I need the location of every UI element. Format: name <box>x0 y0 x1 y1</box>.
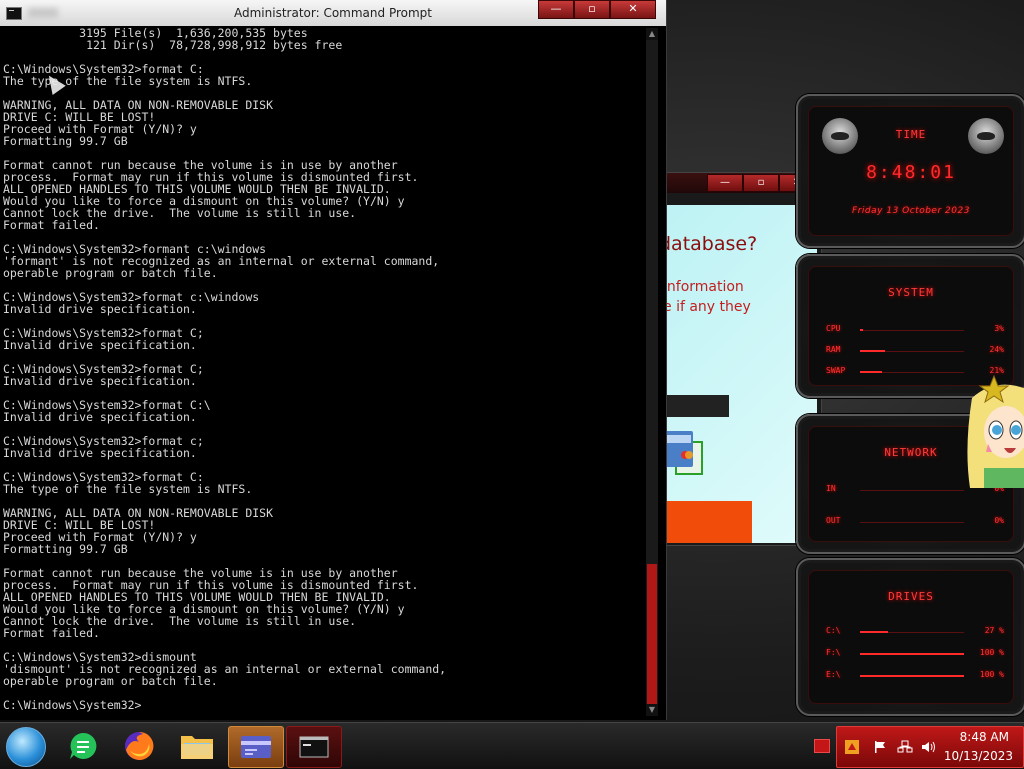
dialog-text-line-1: information <box>663 279 744 295</box>
console-line: Invalid drive specification. <box>3 410 197 424</box>
system-gadget-title: SYSTEM <box>888 286 934 299</box>
drives-stat-bar <box>860 653 964 655</box>
system-stat-bar <box>860 371 964 373</box>
console-line: Invalid drive specification. <box>3 302 197 316</box>
dialog-action-button[interactable] <box>659 501 752 543</box>
console-line: Invalid drive specification. <box>3 446 197 460</box>
time-gadget-title: TIME <box>895 128 927 141</box>
drives-stat-value: 100 % <box>979 648 1004 657</box>
minimize-button[interactable]: — <box>538 0 574 19</box>
scrollbar-thumb[interactable] <box>647 564 657 704</box>
network-stat-bar <box>860 490 964 491</box>
network-icon[interactable] <box>897 740 913 757</box>
drives-stat-row: E:\ 100 % <box>826 670 1004 682</box>
system-stat-row: RAM 24% <box>826 345 1004 357</box>
gadget-date: Friday 13 October 2023 <box>852 206 970 216</box>
drives-stat-bar-fill <box>860 631 889 633</box>
cartoon-character-widget <box>967 374 1024 488</box>
close-button[interactable]: ✕ <box>610 0 656 19</box>
card-app-icon <box>241 736 271 758</box>
drives-stat-value: 100 % <box>979 670 1004 679</box>
taskbar-command-prompt[interactable] <box>286 726 342 768</box>
console-line: The type of the file system is NTFS. <box>3 74 253 88</box>
maximize-button[interactable]: ▫ <box>574 0 610 19</box>
volume-icon[interactable] <box>921 740 937 757</box>
action-center-flag-icon[interactable] <box>873 740 887 757</box>
drives-stat-row: C:\ 27 % <box>826 626 1004 638</box>
system-stat-bar-fill <box>860 329 864 331</box>
console-line: operable program or batch file. <box>3 266 218 280</box>
scroll-down-arrow-icon[interactable]: ▼ <box>646 704 658 716</box>
dialog-heading: database? <box>659 233 758 255</box>
console-line: The type of the file system is NTFS. <box>3 482 253 496</box>
dialog-maximize-button[interactable]: ▫ <box>743 174 779 192</box>
dialog-text-line-2: e if any they <box>663 299 751 315</box>
console-line: Formatting 99.7 GB <box>3 134 128 148</box>
tray-clock-date[interactable]: 10/13/2023 <box>944 749 1013 763</box>
start-button[interactable] <box>6 727 46 767</box>
time-gadget[interactable]: TIME 8:48:01 Friday 13 October 2023 <box>796 94 1024 248</box>
system-tray: 8:48 AM 10/13/2023 <box>836 726 1024 768</box>
system-stat-bar <box>860 329 964 331</box>
drives-gadget-title: DRIVES <box>888 590 934 603</box>
folder-icon <box>181 736 213 759</box>
drives-stat-bar-fill <box>860 653 964 655</box>
system-stat-bar-fill <box>860 371 882 373</box>
console-line: Format failed. <box>3 218 100 232</box>
network-stat-label: IN <box>826 484 836 493</box>
console-line: Invalid drive specification. <box>3 374 197 388</box>
taskbar-firefox[interactable] <box>112 726 166 766</box>
command-prompt-window[interactable]: Administrator: Command Prompt — ▫ ✕ 3195… <box>0 0 667 720</box>
tray-app-icon[interactable] <box>845 740 859 757</box>
system-stat-value: 24% <box>989 345 1004 354</box>
console-line: Format failed. <box>3 626 100 640</box>
system-stat-label: RAM <box>826 345 841 354</box>
network-stat-bar <box>860 522 964 523</box>
system-stat-bar <box>860 350 964 352</box>
console-line: Formatting 99.7 GB <box>3 542 128 556</box>
gadget-clock: 8:48:01 <box>866 162 956 183</box>
system-stat-value: 3% <box>994 324 1004 333</box>
notification-flag-icon[interactable] <box>814 739 830 753</box>
system-stat-bar-fill <box>860 350 885 352</box>
cmd-titlebar[interactable]: Administrator: Command Prompt — ▫ ✕ <box>0 0 666 26</box>
dialog-content: database? information e if any they <box>659 205 817 543</box>
system-stat-label: SWAP <box>826 366 846 375</box>
console-line: C:\Windows\System32> <box>3 698 142 712</box>
drives-stat-bar <box>860 631 964 633</box>
tray-clock-time[interactable]: 8:48 AM <box>960 730 1009 744</box>
drives-stat-bar-fill <box>860 675 964 677</box>
taskbar-active-app[interactable] <box>228 726 284 768</box>
dialog-minimize-button[interactable]: — <box>707 174 743 192</box>
network-stat-value: 0% <box>994 516 1004 525</box>
drives-stat-label: E:\ <box>826 670 841 679</box>
vertical-scrollbar[interactable]: ▲ ▼ <box>646 28 658 716</box>
drives-stat-label: F:\ <box>826 648 841 657</box>
network-stat-row: OUT 0% <box>826 516 1004 528</box>
console-app-icon <box>299 736 329 758</box>
system-stat-row: CPU 3% <box>826 324 1004 336</box>
taskbar-messages-app[interactable] <box>56 726 110 766</box>
console-line: operable program or batch file. <box>3 674 218 688</box>
drives-gadget[interactable]: DRIVES C:\ 27 % F:\ 100 % E:\ 100 % <box>796 558 1024 716</box>
firefox-icon <box>125 731 154 760</box>
console-line: Invalid drive specification. <box>3 338 197 352</box>
drives-stat-value: 27 % <box>984 626 1004 635</box>
taskbar-file-explorer[interactable] <box>170 726 224 766</box>
taskbar: 8:48 AM 10/13/2023 <box>0 722 1024 769</box>
network-stat-label: OUT <box>826 516 841 525</box>
drives-stat-row: F:\ 100 % <box>826 648 1004 660</box>
dialog-input-field[interactable] <box>659 395 729 417</box>
drives-stat-label: C:\ <box>826 626 841 635</box>
chat-app-icon <box>70 732 97 759</box>
drives-stat-bar <box>860 675 964 677</box>
console-line: 121 Dir(s) 78,728,998,912 bytes free <box>3 38 343 52</box>
scroll-up-arrow-icon[interactable]: ▲ <box>646 28 658 40</box>
console-output[interactable]: 3195 File(s) 1,636,200,535 bytes 121 Dir… <box>3 27 643 717</box>
system-stat-label: CPU <box>826 324 841 333</box>
